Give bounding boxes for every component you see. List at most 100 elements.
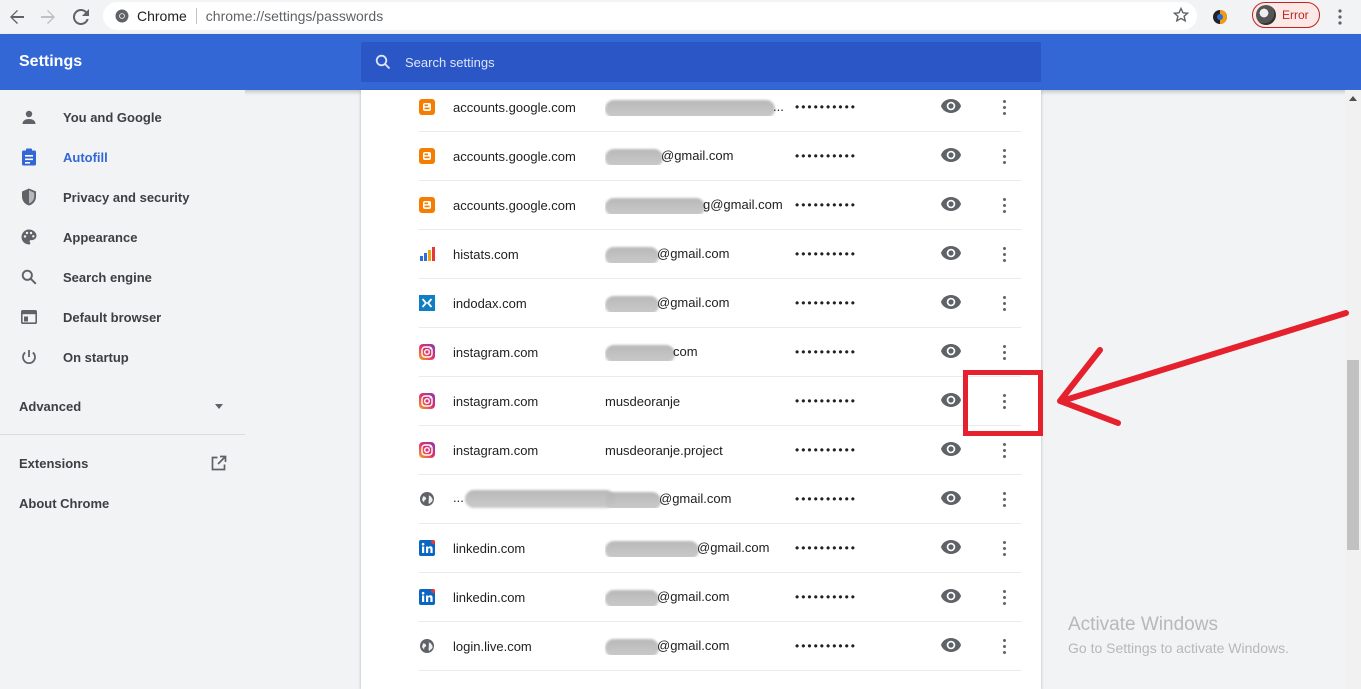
sidebar-item-on-startup[interactable]: On startup — [0, 337, 245, 377]
sidebar-item-autofill[interactable]: Autofill — [0, 137, 245, 177]
more-actions-icon[interactable] — [993, 439, 1015, 461]
activation-watermark-subtitle: Go to Settings to activate Windows. — [1068, 640, 1289, 656]
username: ... — [773, 99, 783, 114]
more-actions-icon[interactable] — [993, 537, 1015, 559]
sidebar-item-appearance[interactable]: Appearance — [0, 217, 245, 257]
histats-icon — [419, 246, 435, 262]
bookmark-star-icon[interactable] — [1172, 6, 1190, 26]
sidebar-item-you-and-google[interactable]: You and Google — [0, 97, 245, 137]
password-mask: •••••••••• — [795, 639, 858, 653]
password-row: login.live.com @gmail.com •••••••••• — [419, 622, 1021, 671]
instagram-icon — [419, 344, 435, 360]
search-placeholder: Search settings — [405, 54, 495, 70]
site-name-redacted: ... — [453, 490, 615, 508]
sidebar-item-search-engine[interactable]: Search engine — [0, 257, 245, 297]
username-redacted: g@gmail.com — [605, 196, 791, 214]
more-actions-icon[interactable] — [993, 635, 1015, 657]
blogger-icon — [419, 99, 435, 115]
more-actions-icon[interactable] — [993, 488, 1015, 510]
forward-icon[interactable] — [36, 5, 60, 29]
extension-icon[interactable] — [1208, 5, 1232, 29]
annotation-arrow-icon — [1057, 310, 1349, 426]
more-actions-icon[interactable] — [993, 586, 1015, 608]
password-mask: •••••••••• — [795, 541, 858, 555]
site-name: accounts.google.com — [453, 197, 576, 213]
sidebar-item-label: Privacy and security — [63, 189, 190, 205]
palette-icon — [20, 228, 38, 246]
blogger-icon — [419, 197, 435, 213]
search-input[interactable]: Search settings — [361, 42, 1041, 82]
sidebar-item-label: You and Google — [63, 109, 162, 125]
indodax-icon — [419, 295, 435, 311]
username: @gmail.com — [659, 491, 732, 506]
linkedin-icon — [419, 589, 435, 605]
sidebar-item-default-browser[interactable]: Default browser — [0, 297, 245, 337]
scroll-up-arrow-icon[interactable] — [1349, 96, 1357, 101]
show-password-eye-icon[interactable] — [940, 539, 962, 557]
open-in-new-icon — [210, 455, 227, 475]
username-redacted: com — [605, 343, 785, 361]
password-row: histats.com @gmail.com •••••••••• — [419, 230, 1021, 279]
username: musdeoranje — [605, 393, 681, 409]
username-redacted: @gmail.com — [605, 245, 785, 263]
password-row: ... @gmail.com •••••••••• — [419, 475, 1021, 524]
password-mask: •••••••••• — [795, 394, 858, 408]
person-icon — [20, 108, 38, 126]
shield-icon — [20, 188, 38, 206]
more-actions-icon[interactable] — [993, 292, 1015, 314]
browser-menu-icon[interactable] — [1328, 5, 1352, 29]
omnibox-divider — [195, 8, 197, 24]
instagram-icon — [419, 442, 435, 458]
chrome-window: Chrome chrome://settings/passwords Error… — [0, 0, 1361, 689]
show-password-eye-icon[interactable] — [940, 98, 962, 116]
caret-down-icon — [215, 404, 223, 409]
advanced-label: Advanced — [19, 399, 82, 414]
reload-icon[interactable] — [69, 5, 93, 29]
back-icon[interactable] — [5, 5, 29, 29]
show-password-eye-icon[interactable] — [940, 490, 962, 508]
profile-status: Error — [1282, 8, 1309, 22]
globe-icon — [419, 638, 435, 654]
site-name: instagram.com — [453, 442, 539, 458]
saved-passwords-list: accounts.google.com ... •••••••••• accou… — [361, 90, 1041, 689]
more-actions-icon[interactable] — [993, 96, 1015, 118]
more-actions-icon[interactable] — [993, 194, 1015, 216]
more-actions-icon[interactable] — [993, 243, 1015, 265]
password-row: instagram.com com •••••••••• — [419, 328, 1021, 377]
site-name: accounts.google.com — [453, 148, 576, 164]
username-redacted: @gmail.com — [605, 588, 785, 606]
show-password-eye-icon[interactable] — [940, 441, 962, 459]
site-name: instagram.com — [453, 344, 539, 360]
activation-watermark-title: Activate Windows — [1068, 614, 1218, 635]
site-label: Chrome — [137, 8, 187, 24]
show-password-eye-icon[interactable] — [940, 588, 962, 606]
browser-icon — [20, 308, 38, 326]
show-password-eye-icon[interactable] — [940, 196, 962, 214]
site-name: login.live.com — [453, 638, 532, 654]
sidebar-item-label: On startup — [63, 349, 129, 365]
advanced-toggle[interactable]: Advanced — [19, 399, 229, 414]
power-icon — [20, 348, 38, 366]
username: @gmail.com — [657, 638, 730, 653]
password-row: linkedin.com @gmail.com •••••••••• — [419, 573, 1021, 622]
site-name: ... — [453, 490, 464, 505]
show-password-eye-icon[interactable] — [940, 392, 962, 410]
omnibox[interactable]: Chrome chrome://settings/passwords — [103, 2, 1197, 30]
sidebar-divider — [0, 434, 245, 435]
show-password-eye-icon[interactable] — [940, 294, 962, 312]
show-password-eye-icon[interactable] — [940, 147, 962, 165]
show-password-eye-icon[interactable] — [940, 245, 962, 263]
username-redacted: @gmail.com — [605, 294, 785, 312]
password-row: linkedin.com @gmail.com •••••••••• — [419, 524, 1021, 573]
show-password-eye-icon[interactable] — [940, 343, 962, 361]
more-actions-icon[interactable] — [993, 341, 1015, 363]
search-icon — [20, 268, 38, 286]
about-chrome-link[interactable]: About Chrome — [19, 496, 109, 511]
settings-header: Settings Search settings — [0, 34, 1361, 90]
profile-error-button[interactable]: Error — [1252, 2, 1320, 28]
extensions-link[interactable]: Extensions — [19, 455, 229, 471]
sidebar-item-privacy[interactable]: Privacy and security — [0, 177, 245, 217]
show-password-eye-icon[interactable] — [940, 637, 962, 655]
username: @gmail.com — [657, 246, 730, 261]
more-actions-icon[interactable] — [993, 145, 1015, 167]
